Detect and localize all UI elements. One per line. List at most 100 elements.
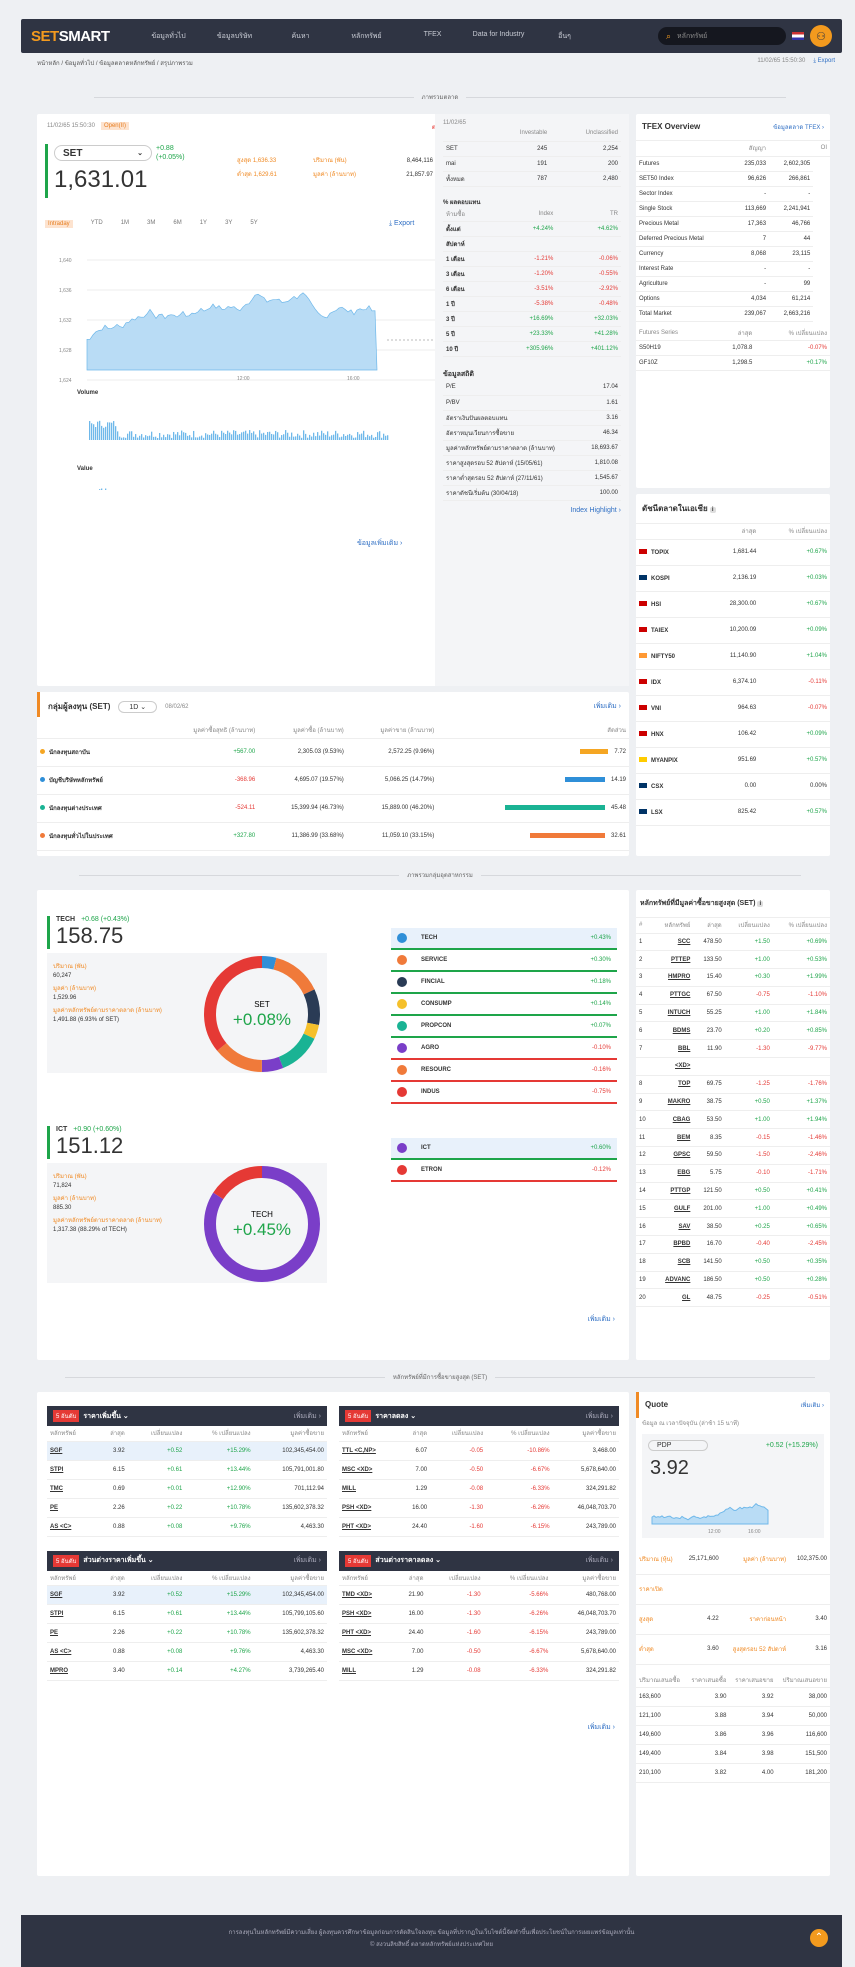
- top-five-select[interactable]: ราคาเพิ่มขึ้น ⌄: [83, 1411, 128, 1422]
- index-select[interactable]: SET ⌄: [54, 145, 152, 161]
- nav-item[interactable]: ค้นหา: [268, 31, 334, 42]
- most-active-row[interactable]: 20 GL 48.75 -0.25 -0.51%: [636, 1288, 830, 1308]
- top-five-row[interactable]: PHT <XD> 24.40 -1.60 -6.15% 243,789.00: [339, 1623, 619, 1643]
- top-five-row[interactable]: STPI 6.15 +0.61 +13.44% 105,791,001.80: [47, 1460, 327, 1480]
- info-icon[interactable]: i: [709, 507, 716, 513]
- nav-item[interactable]: หลักทรัพย์: [334, 31, 400, 42]
- index-highlight-link[interactable]: Index Highlight ›: [443, 507, 621, 514]
- most-active-row[interactable]: 4 PTTGC 67.50 -0.75 -1.10%: [636, 986, 830, 1005]
- investor-row[interactable]: นักลงทุนทั่วไปในประเทศ +327.80 11,386.99 (…: [37, 822, 629, 851]
- sector-item[interactable]: INDUS -0.75%: [391, 1082, 617, 1104]
- top-five-row[interactable]: PE 2.26 +0.22 +10.78% 135,602,378.32: [47, 1623, 327, 1643]
- period-tab[interactable]: 5Y: [250, 220, 257, 228]
- asia-row[interactable]: HNX 106.42 +0.09%: [636, 721, 830, 748]
- asia-row[interactable]: KOSPI 2,136.19 +0.03%: [636, 565, 830, 592]
- sector-item[interactable]: FINCIAL +0.18%: [391, 972, 617, 994]
- investor-period-select[interactable]: 1D ⌄: [118, 700, 158, 713]
- export-button[interactable]: ⤓ Export: [813, 58, 835, 64]
- investor-row[interactable]: บัญชีบริษัทหลักทรัพย์ -368.96 4,695.07 (19…: [37, 766, 629, 795]
- sect-donut-chart[interactable]: TECH+0.45%: [197, 1159, 327, 1289]
- table-row[interactable]: S50H19 1,078.8 -0.07%: [636, 340, 830, 356]
- most-active-row[interactable]: 10 CBAG 53.50 +1.00 +1.94%: [636, 1110, 830, 1130]
- asia-row[interactable]: IDX 6,374.10 -0.11%: [636, 669, 830, 696]
- asia-row[interactable]: HSI 28,300.00 +0.67%: [636, 591, 830, 618]
- search-input[interactable]: หลักทรัพย์: [677, 31, 707, 42]
- sector-item[interactable]: AGRO -0.10%: [391, 1038, 617, 1060]
- top-five-more[interactable]: เพิ่มเติม ›: [586, 1411, 613, 1422]
- top-five-row[interactable]: AS <C> 0.88 +0.08 +9.76% 4,463.30: [47, 1642, 327, 1662]
- period-tab[interactable]: 3M: [147, 220, 155, 228]
- most-active-row[interactable]: 13 EBG 5.75 -0.10 -1.71%: [636, 1164, 830, 1183]
- quote-symbol-select[interactable]: PDP: [648, 1440, 708, 1451]
- ind-donut-chart[interactable]: SET+0.08%: [197, 949, 327, 1079]
- most-active-row[interactable]: 17 BPBD 16.70 -0.40 -2.45%: [636, 1235, 830, 1254]
- period-tab[interactable]: YTD: [91, 220, 103, 228]
- top-five-select[interactable]: ราคาลดลง ⌄: [375, 1411, 416, 1422]
- asia-row[interactable]: NIFTY50 11,140.90 +1.04%: [636, 643, 830, 670]
- top-five-more[interactable]: เพิ่มเติม ›: [586, 1555, 613, 1566]
- asia-row[interactable]: MYANPIX 951.69 +0.57%: [636, 747, 830, 774]
- investor-more-link[interactable]: เพิ่มเติม ›: [594, 701, 621, 712]
- top-five-row[interactable]: TMC 0.69 +0.01 +12.90% 701,112.94: [47, 1479, 327, 1499]
- most-active-row[interactable]: 18 SCB 141.50 +0.50 +0.35%: [636, 1253, 830, 1272]
- top-five-row[interactable]: STPI 6.15 +0.61 +13.44% 105,799,105.60: [47, 1604, 327, 1624]
- asia-row[interactable]: LSX 825.42 +0.57%: [636, 799, 830, 826]
- sector-item[interactable]: PROPCON +0.07%: [391, 1016, 617, 1038]
- top-five-select[interactable]: ส่วนต่างราคาลดลง ⌄: [375, 1555, 441, 1566]
- nav-item[interactable]: TFEX: [400, 31, 466, 42]
- most-active-row[interactable]: 5 INTUCH 55.25 +1.00 +1.84%: [636, 1004, 830, 1023]
- top-five-row[interactable]: PHT <XD> 24.40 -1.60 -6.15% 243,789.00: [339, 1517, 619, 1537]
- user-icon[interactable]: ⚇: [810, 25, 832, 47]
- top-five-select[interactable]: ส่วนต่างราคาเพิ่มขึ้น ⌄: [83, 1555, 153, 1566]
- index-chart[interactable]: 1,640 1,636 1,632 1,628 1,624 12:00 16:00: [57, 240, 463, 490]
- most-active-row[interactable]: 7 BBL 11.90 -1.30 -9.77%: [636, 1039, 830, 1059]
- search-box[interactable]: ⌕ หลักทรัพย์: [658, 27, 786, 45]
- sector-item[interactable]: TECH +0.43%: [391, 928, 617, 950]
- asia-row[interactable]: TOPIX 1,681.44 +0.67%: [636, 539, 830, 566]
- table-row[interactable]: GF10Z 1,298.5 +0.17%: [636, 355, 830, 371]
- chart-export-button[interactable]: ⤓ Export: [389, 220, 414, 228]
- top-five-row[interactable]: MSC <XD> 7.00 -0.50 -6.67% 5,678,640.00: [339, 1642, 619, 1662]
- top-five-more[interactable]: เพิ่มเติม ›: [294, 1411, 321, 1422]
- most-active-row[interactable]: 11 BEM 8.35 -0.15 -1.46%: [636, 1128, 830, 1148]
- most-active-row[interactable]: <XD>: [636, 1057, 830, 1076]
- top-five-row[interactable]: PSH <XD> 16.00 -1.30 -6.26% 46,048,703.70: [339, 1604, 619, 1624]
- sector-item[interactable]: CONSUMP +0.14%: [391, 994, 617, 1016]
- top-five-row[interactable]: MSC <XD> 7.00 -0.50 -6.67% 5,678,640.00: [339, 1460, 619, 1480]
- top-five-more[interactable]: เพิ่มเติม ›: [294, 1555, 321, 1566]
- most-active-row[interactable]: 2 PTTEP 133.50 +1.00 +0.53%: [636, 950, 830, 970]
- most-active-row[interactable]: 8 TOP 69.75 -1.25 -1.76%: [636, 1075, 830, 1094]
- top-five-row[interactable]: SGF 3.92 +0.52 +15.29% 102,345,454.00: [47, 1441, 327, 1461]
- top-five-row[interactable]: MPRO 3.40 +0.14 +4.27% 3,739,265.40: [47, 1661, 327, 1681]
- top-five-row[interactable]: MILL 1.29 -0.08 -6.33% 324,291.82: [339, 1661, 619, 1681]
- period-tab[interactable]: 1M: [121, 220, 129, 228]
- sector-item[interactable]: ICT +0.60%: [391, 1138, 617, 1160]
- most-active-row[interactable]: 12 GPSC 59.50 -1.50 -2.46%: [636, 1146, 830, 1165]
- most-active-row[interactable]: 6 BDMS 23.70 +0.20 +0.85%: [636, 1021, 830, 1041]
- top-five-row[interactable]: PSH <XD> 16.00 -1.30 -6.26% 46,048,703.70: [339, 1498, 619, 1518]
- back-to-top-icon[interactable]: ⌃: [810, 1929, 828, 1947]
- asia-row[interactable]: CSX 0.00 0.00%: [636, 773, 830, 800]
- period-tab[interactable]: 3Y: [225, 220, 232, 228]
- top-five-row[interactable]: PE 2.26 +0.22 +10.78% 135,602,378.32: [47, 1498, 327, 1518]
- top-five-row[interactable]: TTL <C,NP> 6.07 -0.05 -10.86% 3,468.00: [339, 1441, 619, 1461]
- index-more-link[interactable]: ข้อมูลเพิ่มเติม ›: [357, 538, 402, 549]
- top-five-more-link[interactable]: เพิ่มเติม ›: [588, 1722, 615, 1733]
- period-tab[interactable]: 6M: [173, 220, 181, 228]
- investor-row[interactable]: นักลงทุนต่างประเทศ -524.11 15,399.94 (46.7…: [37, 794, 629, 823]
- tfex-link[interactable]: ข้อมูลตลาด TFEX ›: [773, 122, 824, 132]
- period-tab[interactable]: Intraday: [45, 220, 73, 228]
- quote-more-link[interactable]: เพิ่มเติม ›: [800, 1400, 824, 1410]
- most-active-row[interactable]: 16 SAV 38.50 +0.25 +0.65%: [636, 1217, 830, 1237]
- sector-item[interactable]: SERVICE +0.30%: [391, 950, 617, 972]
- top-five-row[interactable]: SGF 3.92 +0.52 +15.29% 102,345,454.00: [47, 1585, 327, 1605]
- info-icon[interactable]: i: [757, 901, 764, 907]
- most-active-row[interactable]: 3 HMPRO 15.40 +0.30 +1.99%: [636, 968, 830, 987]
- top-five-row[interactable]: AS <C> 0.88 +0.08 +9.76% 4,463.30: [47, 1517, 327, 1537]
- nav-item[interactable]: Data for Industry: [466, 31, 532, 42]
- asia-row[interactable]: VNI 964.63 -0.07%: [636, 695, 830, 722]
- nav-item[interactable]: ข้อมูลทั่วไป: [136, 31, 202, 42]
- most-active-row[interactable]: 14 PTTGP 121.50 +0.50 +0.41%: [636, 1182, 830, 1201]
- quote-chart[interactable]: 12:00 16:00: [648, 1488, 824, 1536]
- most-active-row[interactable]: 19 ADVANC 186.50 +0.50 +0.28%: [636, 1271, 830, 1290]
